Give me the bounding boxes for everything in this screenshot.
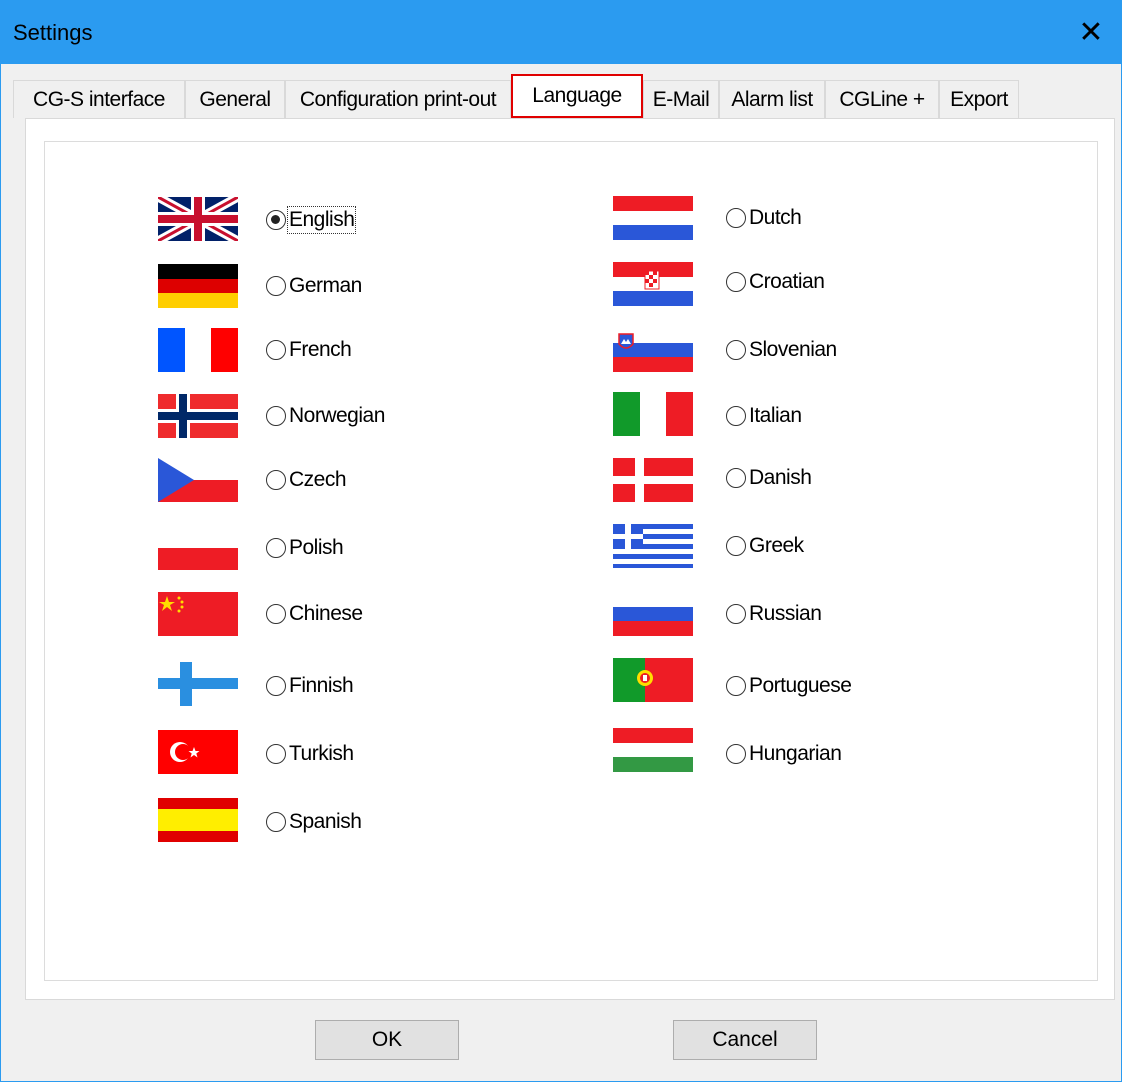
radio-label: Russian [749, 602, 822, 625]
radio-indicator[interactable] [726, 406, 746, 426]
flag-slovenia-icon [613, 328, 693, 372]
settings-dialog: Settings ✕ CG-S interface General Config… [0, 0, 1122, 1082]
flag-czech-icon [158, 458, 238, 502]
radio-label: Croatian [749, 270, 825, 293]
radio-label: Norwegian [289, 404, 385, 427]
radio-spanish[interactable]: Spanish [266, 810, 362, 834]
flag-spain-icon [158, 798, 238, 842]
flag-norway-icon [158, 394, 238, 438]
radio-label: Hungarian [749, 742, 842, 765]
flag-china-icon [158, 592, 238, 636]
radio-indicator[interactable] [266, 340, 286, 360]
radio-hungarian[interactable]: Hungarian [726, 742, 842, 766]
flag-greece-icon [613, 524, 693, 568]
flag-uk-icon [158, 197, 238, 241]
radio-polish[interactable]: Polish [266, 536, 344, 560]
radio-indicator[interactable] [726, 468, 746, 488]
flag-portugal-icon [613, 658, 693, 702]
tab-general[interactable]: General [185, 80, 285, 118]
tab-export[interactable]: Export [939, 80, 1019, 118]
tab-language[interactable]: Language [511, 74, 643, 118]
flag-germany-icon [158, 264, 238, 308]
radio-label: Turkish [289, 742, 354, 765]
radio-indicator[interactable] [266, 604, 286, 624]
window-title: Settings [13, 20, 93, 45]
flag-denmark-icon [613, 458, 693, 502]
radio-label: Finnish [289, 674, 354, 697]
cancel-button[interactable]: Cancel [673, 1020, 817, 1060]
radio-finnish[interactable]: Finnish [266, 674, 354, 698]
radio-indicator[interactable] [726, 272, 746, 292]
radio-indicator[interactable] [266, 470, 286, 490]
radio-indicator[interactable] [726, 676, 746, 696]
radio-label: Chinese [289, 602, 363, 625]
radio-label: Italian [749, 404, 802, 427]
flag-croatia-icon [613, 262, 693, 306]
flag-poland-icon [158, 526, 238, 570]
radio-russian[interactable]: Russian [726, 602, 822, 626]
flag-turkey-icon [158, 730, 238, 774]
flag-finland-icon [158, 662, 238, 706]
radio-indicator[interactable] [266, 538, 286, 558]
radio-label: English [286, 206, 357, 234]
radio-indicator[interactable] [266, 676, 286, 696]
tab-cgline-plus[interactable]: CGLine + [825, 80, 939, 118]
radio-indicator[interactable] [266, 812, 286, 832]
radio-indicator[interactable] [726, 604, 746, 624]
radio-norwegian[interactable]: Norwegian [266, 404, 385, 428]
radio-label: German [289, 274, 362, 297]
tab-cg-s-interface[interactable]: CG-S interface [13, 80, 185, 118]
radio-label: Czech [289, 468, 347, 491]
radio-portuguese[interactable]: Portuguese [726, 674, 852, 698]
radio-czech[interactable]: Czech [266, 468, 347, 492]
radio-label: Slovenian [749, 338, 837, 361]
radio-greek[interactable]: Greek [726, 534, 804, 558]
flag-hungary-icon [613, 728, 693, 772]
radio-label: Dutch [749, 206, 802, 229]
radio-label: Spanish [289, 810, 362, 833]
flag-russia-icon [613, 592, 693, 636]
flag-italy-icon [613, 392, 693, 436]
radio-dutch[interactable]: Dutch [726, 206, 802, 230]
radio-turkish[interactable]: Turkish [266, 742, 354, 766]
language-panel: English German French Norwegian Czech Po… [25, 118, 1115, 1000]
radio-indicator[interactable] [726, 208, 746, 228]
radio-english[interactable]: English [266, 206, 357, 234]
flag-netherlands-icon [613, 196, 693, 240]
radio-indicator[interactable] [266, 406, 286, 426]
radio-indicator[interactable] [266, 276, 286, 296]
radio-chinese[interactable]: Chinese [266, 602, 363, 626]
title-bar: Settings ✕ [1, 0, 1121, 64]
radio-danish[interactable]: Danish [726, 466, 812, 490]
radio-indicator[interactable] [266, 744, 286, 764]
radio-indicator[interactable] [726, 340, 746, 360]
radio-label: French [289, 338, 352, 361]
radio-indicator[interactable] [726, 744, 746, 764]
radio-label: Polish [289, 536, 344, 559]
ok-button[interactable]: OK [315, 1020, 459, 1060]
tab-alarm-list[interactable]: Alarm list [719, 80, 825, 118]
tab-e-mail[interactable]: E-Mail [643, 80, 719, 118]
radio-german[interactable]: German [266, 274, 362, 298]
flag-france-icon [158, 328, 238, 372]
radio-slovenian[interactable]: Slovenian [726, 338, 837, 362]
radio-french[interactable]: French [266, 338, 352, 362]
language-group: English German French Norwegian Czech Po… [44, 141, 1098, 981]
radio-label: Portuguese [749, 674, 852, 697]
tab-configuration-print-out[interactable]: Configuration print-out [285, 80, 511, 118]
radio-label: Danish [749, 466, 812, 489]
radio-indicator[interactable] [726, 536, 746, 556]
radio-indicator[interactable] [266, 210, 286, 230]
radio-croatian[interactable]: Croatian [726, 270, 825, 294]
radio-label: Greek [749, 534, 804, 557]
close-icon[interactable]: ✕ [1061, 0, 1121, 64]
radio-italian[interactable]: Italian [726, 404, 802, 428]
